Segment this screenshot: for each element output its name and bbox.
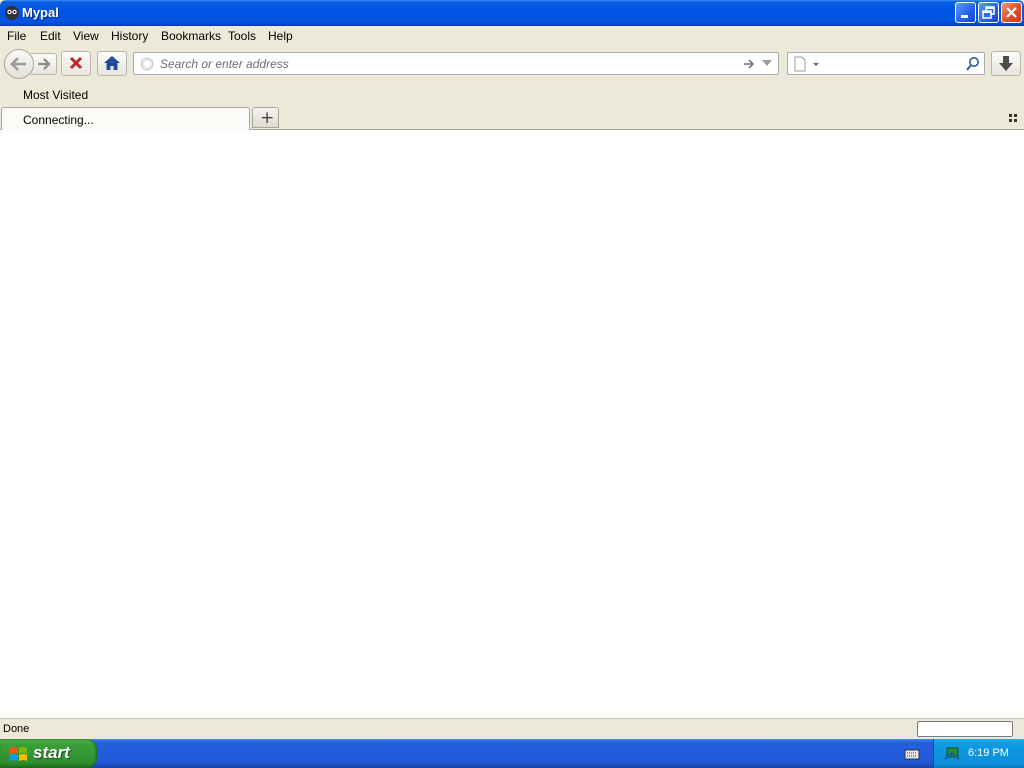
home-button[interactable]	[97, 51, 127, 76]
menu-tools[interactable]: Tools	[228, 29, 256, 43]
start-button[interactable]: start	[0, 739, 97, 768]
navigation-toolbar	[0, 46, 1024, 84]
back-arrow-icon	[10, 57, 26, 71]
restore-button[interactable]	[978, 2, 999, 23]
menu-edit[interactable]: Edit	[40, 29, 61, 43]
windows-logo-icon	[10, 747, 27, 761]
menu-file[interactable]: File	[7, 29, 26, 43]
search-bar[interactable]	[787, 52, 985, 75]
close-button[interactable]	[1001, 2, 1022, 23]
plus-icon: +	[260, 108, 275, 128]
search-engine-icon[interactable]	[793, 56, 819, 72]
keyboard-icon[interactable]	[904, 747, 920, 761]
tab-connecting[interactable]: Connecting...	[1, 107, 250, 130]
status-progress-bar	[917, 721, 1013, 737]
window-title: Mypal	[22, 5, 59, 20]
forward-arrow-icon	[38, 58, 51, 70]
magnifier-icon[interactable]	[965, 56, 981, 72]
restore-icon	[982, 6, 995, 19]
status-bar: Done	[0, 718, 1024, 739]
menu-history[interactable]: History	[111, 29, 148, 43]
close-icon	[1006, 7, 1017, 18]
tab-label: Connecting...	[23, 113, 94, 127]
stop-icon	[69, 56, 83, 70]
system-tray: 6:19 PM	[933, 739, 1024, 768]
network-icon[interactable]	[944, 745, 962, 763]
page-content[interactable]	[0, 130, 1024, 718]
stop-button[interactable]	[61, 51, 91, 76]
identity-icon[interactable]	[140, 57, 154, 71]
address-input[interactable]	[160, 56, 730, 72]
all-tabs-icon[interactable]	[1009, 114, 1019, 124]
home-icon	[104, 56, 120, 70]
address-bar[interactable]	[133, 52, 779, 75]
clock[interactable]: 6:19 PM	[968, 747, 1009, 759]
app-icon	[4, 5, 20, 21]
title-bar[interactable]: Mypal	[0, 0, 1024, 26]
minimize-icon	[961, 15, 968, 18]
search-input[interactable]	[820, 56, 964, 74]
forward-button[interactable]	[31, 53, 57, 75]
new-tab-button[interactable]: +	[252, 107, 279, 128]
go-arrow-icon[interactable]	[742, 57, 756, 71]
download-icon	[999, 56, 1013, 71]
menu-bookmarks[interactable]: Bookmarks	[161, 29, 221, 43]
minimize-button[interactable]	[955, 2, 976, 23]
menu-view[interactable]: View	[73, 29, 99, 43]
start-label: start	[33, 743, 70, 762]
tab-strip: Connecting... +	[0, 105, 1024, 130]
taskbar: start 6:19 PM	[0, 739, 1024, 768]
menu-help[interactable]: Help	[268, 29, 293, 43]
status-text: Done	[3, 723, 30, 735]
downloads-button[interactable]	[991, 51, 1021, 76]
menu-bar: File Edit View History Bookmarks Tools H…	[0, 26, 1024, 46]
bookmarks-toolbar: Most Visited	[0, 84, 1024, 105]
dropmarker-icon[interactable]	[762, 60, 772, 68]
back-button[interactable]	[4, 49, 34, 79]
bookmark-most-visited[interactable]: Most Visited	[23, 88, 88, 102]
